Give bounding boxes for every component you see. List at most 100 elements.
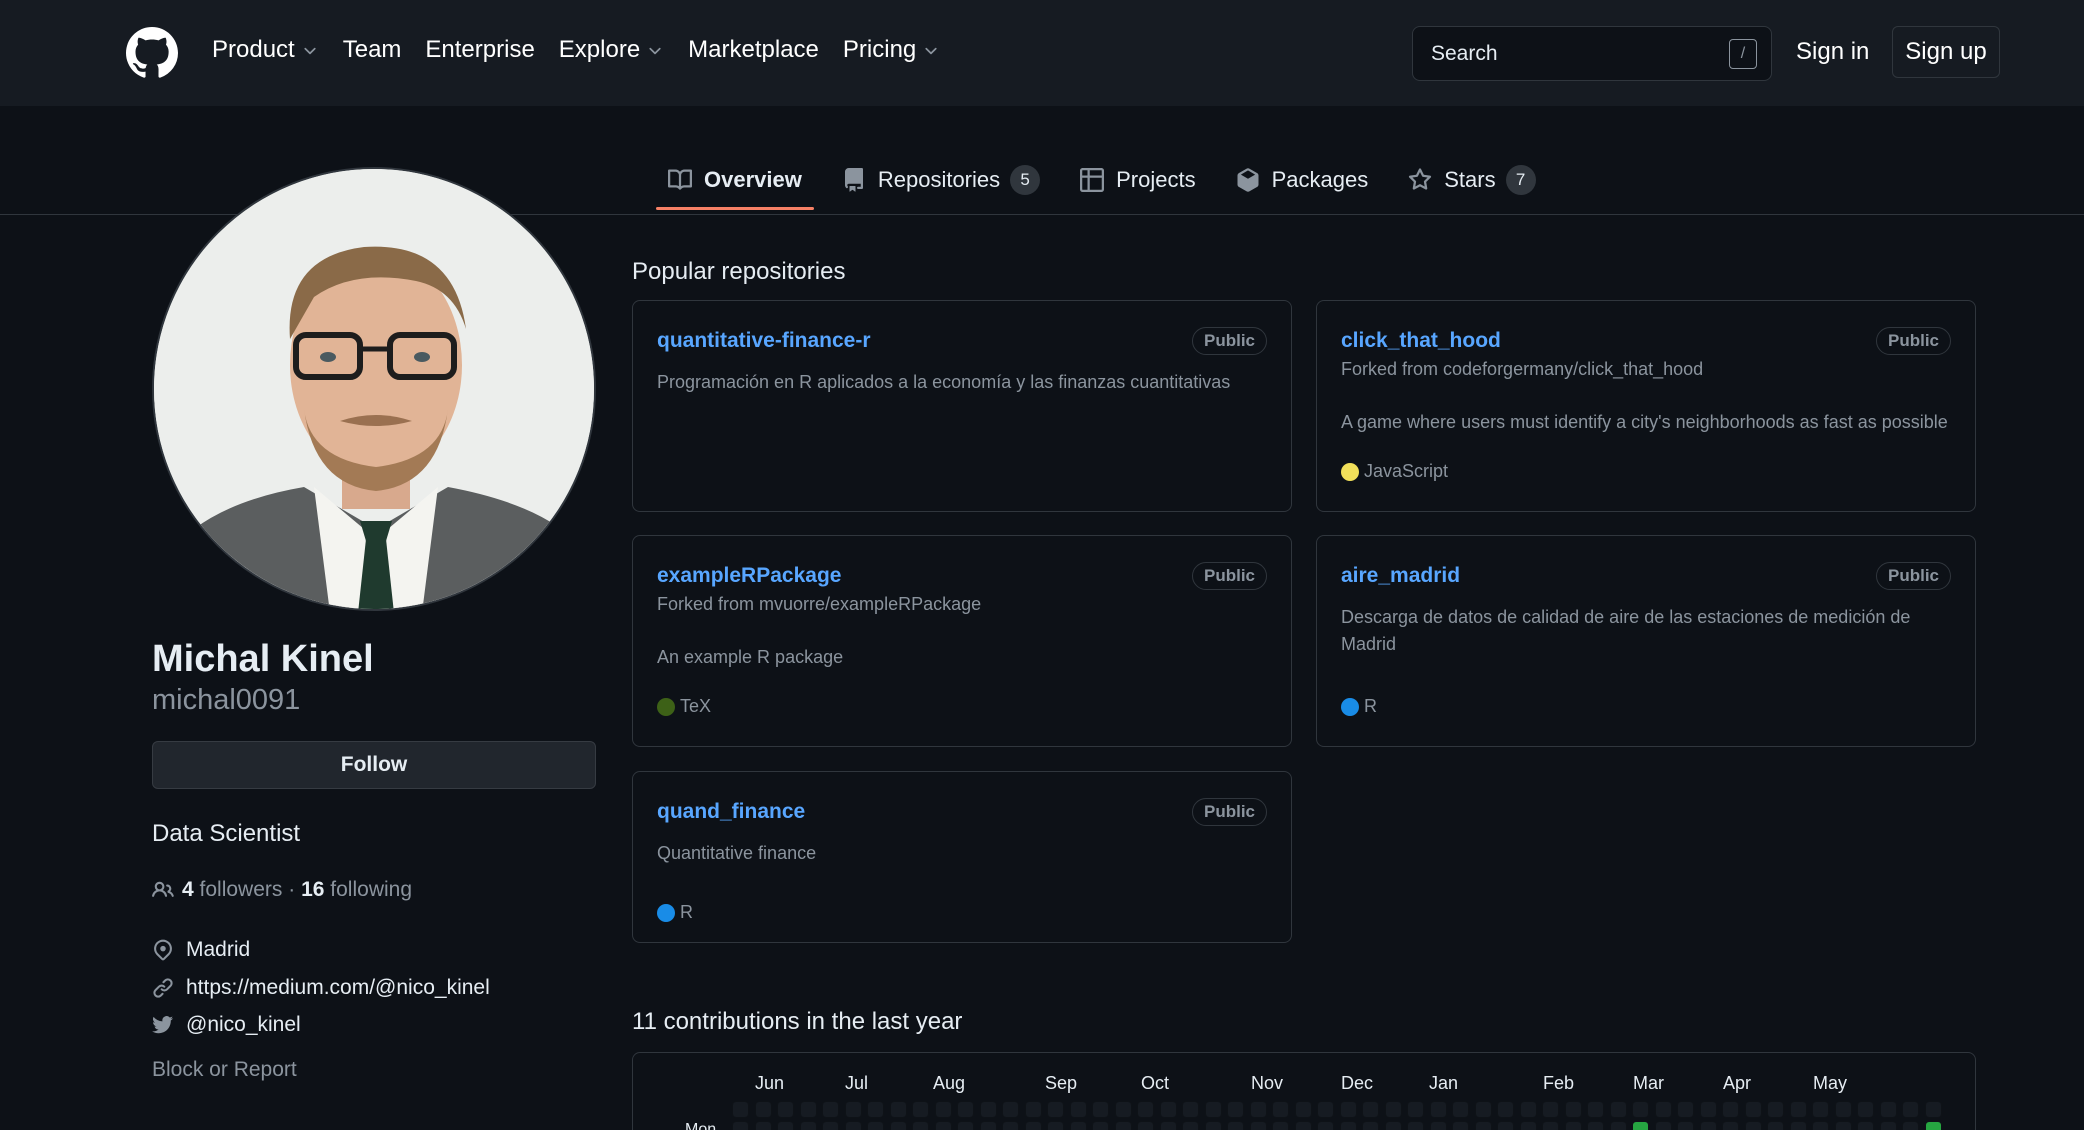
contribution-cell[interactable]: [1272, 1121, 1289, 1130]
contribution-cell[interactable]: [1474, 1101, 1492, 1118]
contribution-cell[interactable]: [1632, 1121, 1649, 1130]
contribution-cell[interactable]: [1069, 1101, 1087, 1118]
search-box[interactable]: /: [1412, 26, 1772, 81]
contribution-cell[interactable]: [732, 1121, 749, 1130]
search-input[interactable]: [1431, 41, 1711, 66]
contribution-cell[interactable]: [1587, 1101, 1604, 1118]
contribution-cell[interactable]: [1857, 1121, 1874, 1130]
tab-overview[interactable]: Overview: [656, 156, 814, 210]
contribution-cell[interactable]: [1699, 1121, 1717, 1130]
contribution-cell[interactable]: [1114, 1121, 1132, 1130]
followers-link[interactable]: 4 followers: [182, 878, 282, 902]
contribution-cell[interactable]: [1407, 1121, 1424, 1130]
contribution-cell[interactable]: [1452, 1101, 1469, 1118]
contribution-cell[interactable]: [1474, 1121, 1492, 1130]
contribution-cell[interactable]: [1564, 1101, 1582, 1118]
contribution-cell[interactable]: [1564, 1121, 1582, 1130]
contribution-cell[interactable]: [1452, 1121, 1469, 1130]
contribution-cell[interactable]: [1317, 1121, 1334, 1130]
contribution-cell[interactable]: [1204, 1101, 1222, 1118]
contribution-cell[interactable]: [867, 1121, 884, 1130]
contribution-cell[interactable]: [777, 1121, 794, 1130]
nav-enterprise[interactable]: Enterprise: [425, 36, 534, 64]
contribution-cell[interactable]: [1542, 1121, 1559, 1130]
contribution-cell[interactable]: [1722, 1101, 1739, 1118]
contribution-cell[interactable]: [1519, 1121, 1537, 1130]
contribution-cell[interactable]: [1677, 1121, 1694, 1130]
repo-name-link[interactable]: aire_madrid: [1341, 564, 1460, 588]
contribution-cell[interactable]: [1159, 1121, 1177, 1130]
contribution-cell[interactable]: [1227, 1101, 1244, 1118]
contribution-cell[interactable]: [1362, 1101, 1379, 1118]
contribution-cell[interactable]: [799, 1101, 817, 1118]
contribution-cell[interactable]: [1677, 1101, 1694, 1118]
contribution-cell[interactable]: [1384, 1101, 1402, 1118]
contribution-cell[interactable]: [1879, 1121, 1897, 1130]
repo-name-link[interactable]: quand_finance: [657, 800, 805, 824]
block-report-link[interactable]: Block or Report: [152, 1058, 297, 1082]
contribution-cell[interactable]: [732, 1101, 749, 1118]
contribution-cell[interactable]: [1632, 1101, 1649, 1118]
website-link[interactable]: https://medium.com/@nico_kinel: [186, 976, 490, 1000]
contribution-cell[interactable]: [1182, 1101, 1199, 1118]
contribution-cell[interactable]: [1767, 1121, 1784, 1130]
contribution-cell[interactable]: [1542, 1101, 1559, 1118]
contribution-cell[interactable]: [1902, 1101, 1919, 1118]
contribution-cell[interactable]: [1092, 1101, 1109, 1118]
contribution-cell[interactable]: [844, 1121, 862, 1130]
nav-product[interactable]: Product: [212, 36, 319, 64]
contribution-cell[interactable]: [799, 1121, 817, 1130]
contribution-cell[interactable]: [957, 1101, 974, 1118]
twitter-link[interactable]: @nico_kinel: [186, 1013, 301, 1037]
contribution-cell[interactable]: [1812, 1101, 1829, 1118]
contribution-cell[interactable]: [1249, 1101, 1267, 1118]
contribution-cell[interactable]: [1047, 1121, 1064, 1130]
contribution-cell[interactable]: [754, 1101, 772, 1118]
contribution-cell[interactable]: [1294, 1101, 1312, 1118]
contribution-cell[interactable]: [1339, 1121, 1357, 1130]
contribution-cell[interactable]: [777, 1101, 794, 1118]
contribution-cell[interactable]: [1137, 1101, 1154, 1118]
contribution-cell[interactable]: [1722, 1121, 1739, 1130]
contribution-cell[interactable]: [1497, 1101, 1514, 1118]
contribution-cell[interactable]: [979, 1101, 997, 1118]
contribution-cell[interactable]: [754, 1121, 772, 1130]
contribution-cell[interactable]: [1002, 1121, 1019, 1130]
contribution-cell[interactable]: [1362, 1121, 1379, 1130]
repo-name-link[interactable]: quantitative-finance-r: [657, 329, 871, 353]
contribution-cell[interactable]: [957, 1121, 974, 1130]
contribution-cell[interactable]: [844, 1101, 862, 1118]
contribution-cell[interactable]: [1789, 1101, 1807, 1118]
contribution-cell[interactable]: [1249, 1121, 1267, 1130]
contribution-cell[interactable]: [1857, 1101, 1874, 1118]
contribution-cell[interactable]: [1024, 1101, 1042, 1118]
contribution-cell[interactable]: [1204, 1121, 1222, 1130]
contribution-cell[interactable]: [822, 1121, 839, 1130]
sign-in-link[interactable]: Sign in: [1796, 38, 1869, 66]
contribution-cell[interactable]: [1294, 1121, 1312, 1130]
contribution-cell[interactable]: [1902, 1121, 1919, 1130]
contribution-cell[interactable]: [934, 1101, 952, 1118]
contribution-cell[interactable]: [1339, 1101, 1357, 1118]
contribution-cell[interactable]: [1924, 1121, 1942, 1130]
contribution-cell[interactable]: [1002, 1101, 1019, 1118]
contribution-cell[interactable]: [1767, 1101, 1784, 1118]
contribution-cell[interactable]: [1047, 1101, 1064, 1118]
contribution-cell[interactable]: [1789, 1121, 1807, 1130]
tab-stars[interactable]: Stars 7: [1396, 156, 1547, 204]
contribution-cell[interactable]: [867, 1101, 884, 1118]
repo-name-link[interactable]: click_that_hood: [1341, 329, 1501, 353]
follow-button[interactable]: Follow: [152, 741, 596, 789]
contribution-cell[interactable]: [1744, 1121, 1762, 1130]
contribution-cell[interactable]: [1429, 1101, 1447, 1118]
avatar[interactable]: [152, 167, 596, 611]
contribution-cell[interactable]: [1384, 1121, 1402, 1130]
contribution-cell[interactable]: [1609, 1121, 1627, 1130]
contribution-cell[interactable]: [1182, 1121, 1199, 1130]
contribution-cell[interactable]: [1114, 1101, 1132, 1118]
contribution-cell[interactable]: [1609, 1101, 1627, 1118]
nav-pricing[interactable]: Pricing: [843, 36, 940, 64]
repo-name-link[interactable]: exampleRPackage: [657, 564, 841, 588]
contribution-cell[interactable]: [912, 1121, 929, 1130]
contribution-cell[interactable]: [1654, 1101, 1672, 1118]
